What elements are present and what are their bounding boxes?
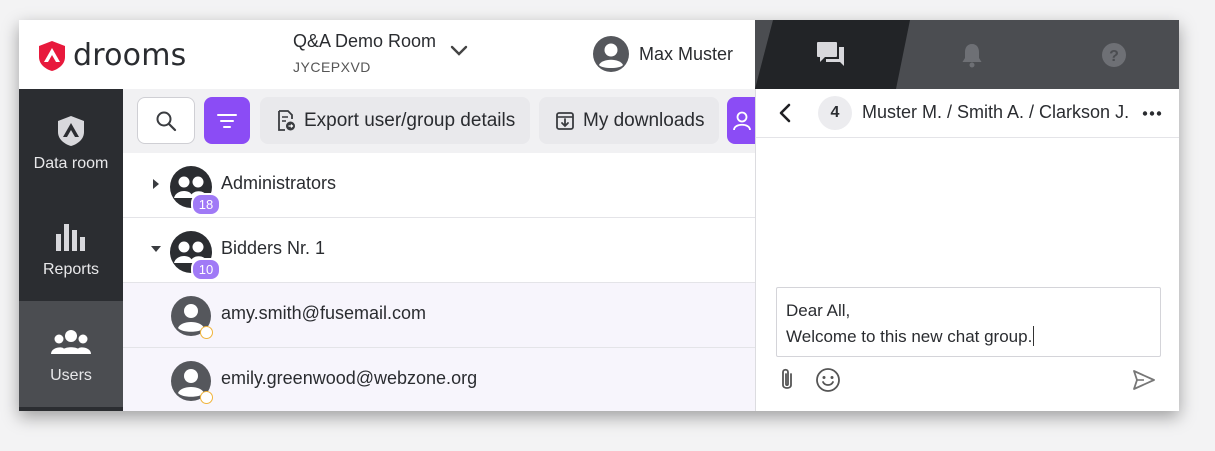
paperclip-icon[interactable]: [778, 367, 796, 393]
user-menu[interactable]: Max Muster: [593, 36, 733, 72]
svg-text:?: ?: [1109, 48, 1119, 65]
emoji-icon[interactable]: [815, 367, 841, 393]
toolbar: Export user/group details My downloads: [123, 89, 755, 153]
message-line: Dear All,: [786, 301, 851, 320]
more-options-icon[interactable]: [1142, 111, 1162, 116]
chevron-down-icon[interactable]: [449, 44, 469, 58]
sidebar-item-label: Users: [50, 367, 92, 384]
room-code: JYCEPXVD: [293, 59, 371, 75]
room-selector[interactable]: Q&A Demo Room JYCEPXVD: [293, 31, 436, 75]
users-icon: [51, 330, 91, 354]
my-downloads-button[interactable]: My downloads: [539, 97, 719, 144]
room-name: Q&A Demo Room: [293, 31, 437, 51]
sidebar: Data room Reports Users: [19, 89, 123, 411]
filter-button[interactable]: [204, 97, 250, 144]
search-icon: [156, 111, 177, 131]
participant-count-badge: 4: [818, 96, 852, 130]
add-user-icon: [733, 111, 751, 130]
text-cursor: [1033, 326, 1035, 346]
chat-toolbar: [756, 365, 1179, 395]
chat-title: Muster M. / Smith A. / Clarkson J.: [862, 102, 1130, 122]
chat-panel: 4 Muster M. / Smith A. / Clarkson J. Dea…: [755, 89, 1179, 411]
export-user-group-details-button[interactable]: Export user/group details: [260, 97, 530, 144]
group-name: Bidders Nr. 1: [221, 238, 326, 258]
chat-header: 4 Muster M. / Smith A. / Clarkson J.: [756, 89, 1179, 138]
member-row[interactable]: emily.greenwood@webzone.org: [123, 348, 755, 411]
send-icon[interactable]: [1132, 369, 1156, 391]
back-arrow-icon[interactable]: [778, 103, 792, 123]
member-row[interactable]: amy.smith@fusemail.com: [123, 283, 755, 348]
downloads-label: My downloads: [583, 109, 705, 131]
app-window: drooms Q&A Demo Room JYCEPXVD Max Muster: [19, 20, 1179, 411]
caret-down-icon[interactable]: [151, 244, 161, 254]
download-box-icon: [556, 111, 574, 130]
group-name: Administrators: [221, 173, 337, 193]
status-indicator: [200, 326, 213, 339]
search-button[interactable]: [137, 97, 195, 144]
sidebar-item-label: Reports: [42, 261, 100, 278]
member-count-badge: 10: [191, 258, 221, 281]
filter-icon: [217, 113, 237, 128]
member-email: amy.smith@fusemail.com: [221, 303, 426, 323]
drooms-logo[interactable]: drooms: [37, 38, 186, 73]
data-room-icon: [58, 116, 84, 146]
group-row-administrators[interactable]: 18 Administrators: [123, 153, 755, 218]
member-count-badge: 18: [191, 193, 221, 216]
sidebar-item-reports[interactable]: Reports: [19, 195, 123, 301]
export-document-icon: [278, 109, 295, 131]
sidebar-item-users[interactable]: Users: [19, 301, 123, 407]
chat-icon[interactable]: [816, 40, 846, 68]
member-email: emily.greenwood@webzone.org: [221, 368, 478, 388]
add-user-button[interactable]: [727, 97, 755, 144]
user-avatar-icon: [593, 36, 629, 72]
user-name: Max Muster: [639, 43, 734, 64]
logo-text: drooms: [73, 38, 187, 73]
bar-chart-icon: [56, 224, 85, 251]
caret-right-icon[interactable]: [151, 179, 161, 189]
export-label: Export user/group details: [304, 109, 516, 131]
logo-icon: [39, 40, 65, 71]
status-indicator: [200, 391, 213, 404]
help-icon[interactable]: ?: [1101, 42, 1127, 68]
message-line: Welcome to this new chat group.: [786, 327, 1033, 346]
users-panel: Export user/group details My downloads 1…: [123, 89, 755, 411]
group-row-bidders[interactable]: 10 Bidders Nr. 1: [123, 218, 755, 283]
sidebar-item-label: Data room: [33, 155, 109, 172]
bell-icon[interactable]: [961, 42, 983, 68]
sidebar-item-data-room[interactable]: Data room: [19, 89, 123, 195]
message-input[interactable]: Dear All, Welcome to this new chat group…: [776, 287, 1161, 357]
